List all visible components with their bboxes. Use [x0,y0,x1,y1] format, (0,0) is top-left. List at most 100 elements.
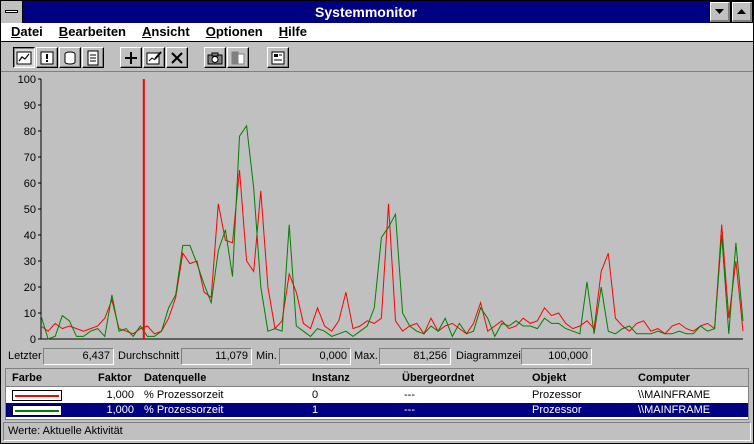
delete-counter-button[interactable] [166,47,188,68]
camera-icon [207,52,223,64]
y-axis: 0 10 20 30 40 50 60 70 80 90 100 [18,74,743,345]
menu-hilfe[interactable]: Hilfe [271,23,315,41]
toolbar [1,43,753,72]
menu-datei-label: atei [20,24,43,39]
menu-bar: Datei Bearbeiten Ansicht Optionen Hilfe [1,23,753,42]
log-icon [64,51,76,64]
edit-icon [146,50,162,64]
legend-header: Farbe Faktor Datenquelle Instanz Übergeo… [6,369,748,387]
menu-hilfe-accel: H [278,24,289,39]
statistics-bar: Letzter 6,437 Durchschnitt 11,079 Min. 0… [1,346,753,367]
alert-view-button[interactable] [36,47,58,68]
y-tick-label: 20 [24,282,36,294]
menu-bearbeiten-accel: B [58,24,69,39]
options-button[interactable] [267,47,289,68]
average-value: 11,079 [181,348,252,365]
title-bar[interactable]: Systemmonitor [1,1,753,23]
y-tick-label: 0 [30,334,36,345]
header-instance: Instanz [312,372,350,384]
options-icon [271,51,285,64]
row-computer: \\MAINFRAME [638,389,711,401]
report-icon [87,50,99,65]
max-value: 81,256 [379,348,451,365]
systemmonitor-window: Systemmonitor Datei Bearbeiten Ansicht O… [0,0,754,444]
edit-counter-button[interactable] [143,47,165,68]
chart-time-value: 100,000 [521,348,592,365]
maximize-button[interactable] [731,1,753,23]
row-computer: \\MAINFRAME [638,404,711,416]
add-counter-button[interactable] [120,47,142,68]
window-title: Systemmonitor [315,4,417,20]
menu-optionen-accel: O [205,24,216,39]
menu-ansicht[interactable]: Ansicht [134,23,198,41]
maximize-icon [737,8,746,14]
y-tick-label: 60 [24,178,36,190]
menu-optionen-label: ptionen [215,24,263,39]
legend-table: Farbe Faktor Datenquelle Instanz Übergeo… [5,368,749,420]
menu-bearbeiten-label: earbeiten [68,24,126,39]
min-value: 0,000 [279,348,351,365]
menu-ansicht-accel: A [142,24,152,39]
row-object: Prozessor [532,404,582,416]
menu-datei-accel: D [11,24,21,39]
color-swatch [12,390,62,401]
row-counter: % Prozessorzeit [144,389,224,401]
minimize-icon [715,8,724,14]
status-bar: Werte: Aktuelle Aktivität [3,422,751,441]
menu-optionen[interactable]: Optionen [198,23,271,41]
system-menu-button[interactable] [1,1,23,23]
y-tick-label: 50 [24,204,36,216]
row-instance: 1 [312,404,319,416]
chart-icon [16,51,32,64]
legend-row[interactable]: 1,000 % Prozessorzeit 0 --- Prozessor \\… [6,388,748,402]
snapshot-button[interactable] [204,47,226,68]
y-tick-label: 40 [24,230,36,242]
color-swatch-line [15,395,59,397]
minimize-button[interactable] [709,1,731,23]
series-line-0 [40,169,744,335]
series-line-1 [40,124,744,340]
y-tick-label: 80 [24,126,36,138]
bookmark-icon [231,51,245,64]
y-tick-label: 100 [18,74,36,86]
log-view-button[interactable] [59,47,81,68]
chart-area[interactable]: 0 10 20 30 40 50 60 70 80 90 100 [1,73,753,345]
row-scale: 1,000 [106,389,134,401]
min-label: Min. [256,350,277,362]
header-computer: Computer [638,372,690,384]
chart-time-label: Diagrammzeit [456,350,524,362]
bookmark-button[interactable] [227,47,249,68]
y-tick-label: 90 [24,100,36,112]
last-value: 6,437 [43,348,114,365]
menu-hilfe-label: ilfe [288,24,307,39]
header-color: Farbe [12,372,42,384]
row-parent: --- [404,389,415,401]
max-label: Max. [354,350,378,362]
average-label: Durchschnitt [118,350,180,362]
alert-icon [40,51,54,64]
delete-icon [171,51,183,64]
report-view-button[interactable] [82,47,104,68]
y-tick-label: 70 [24,152,36,164]
row-object: Prozessor [532,389,582,401]
color-swatch-line [15,410,59,412]
color-swatch [12,405,62,416]
series-layer [40,124,744,340]
header-counter: Datenquelle [144,372,207,384]
row-counter: % Prozessorzeit [144,404,224,416]
row-parent: --- [404,404,415,416]
header-parent: Übergeordnet [402,372,475,384]
performance-chart[interactable]: 0 10 20 30 40 50 60 70 80 90 100 [1,73,753,345]
chart-view-button[interactable] [13,47,35,68]
y-tick-label: 10 [24,308,36,320]
header-object: Objekt [532,372,567,384]
legend-row[interactable]: 1,000 % Prozessorzeit 1 --- Prozessor \\… [6,403,748,417]
menu-datei[interactable]: Datei [1,23,51,41]
header-scale: Faktor [98,372,132,384]
row-instance: 0 [312,389,319,401]
system-menu-icon [5,10,18,13]
last-label: Letzter [8,350,42,362]
row-scale: 1,000 [106,404,134,416]
menu-bearbeiten[interactable]: Bearbeiten [51,23,134,41]
plus-icon [125,51,137,64]
